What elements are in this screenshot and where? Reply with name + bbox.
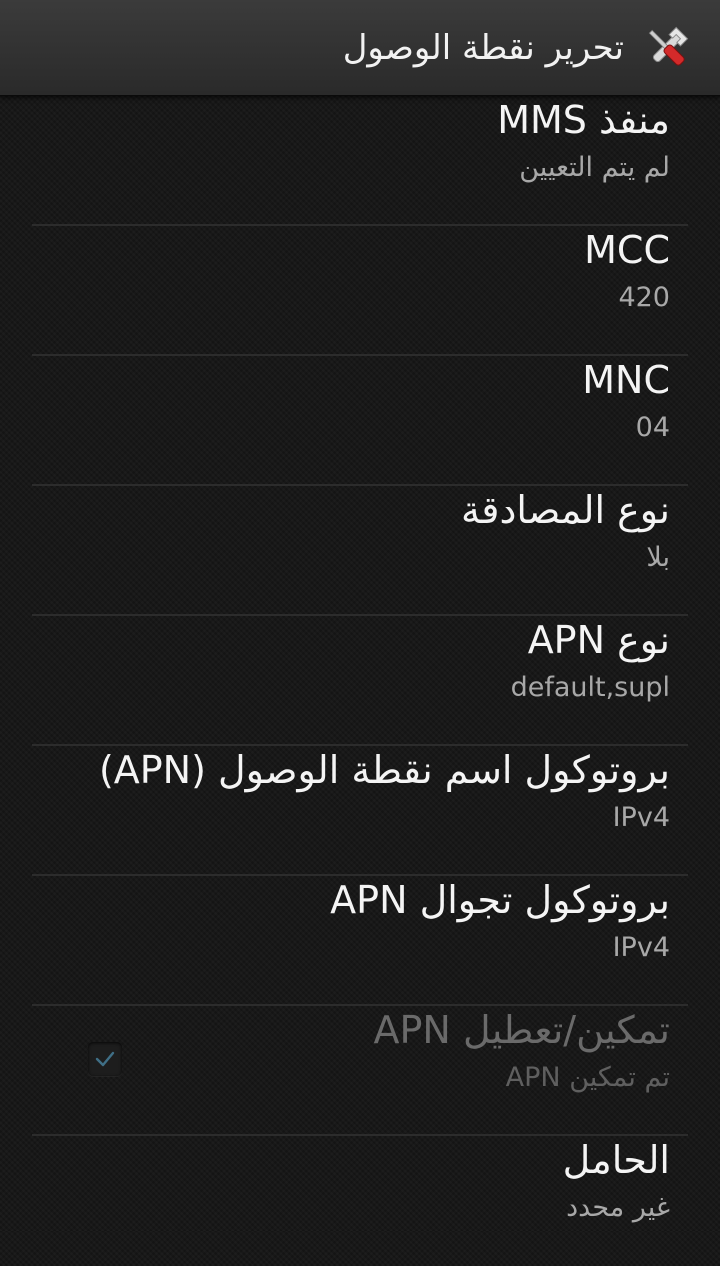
item-value: 04: [635, 412, 670, 443]
list-item-mnc[interactable]: MNC 04: [0, 356, 720, 486]
item-label: الحامل: [562, 1138, 670, 1182]
item-value: IPv4: [612, 802, 670, 833]
list-item-apn-enable: تمكين/تعطيل APN تم تمكين APN: [0, 1006, 720, 1136]
item-value: default,supl: [510, 672, 670, 703]
apn-settings-list: منفذ MMS لم يتم التعيين MCC 420 MNC 04 ن…: [0, 96, 720, 1266]
list-item-mms-port[interactable]: منفذ MMS لم يتم التعيين: [0, 96, 720, 226]
list-item-apn-protocol[interactable]: بروتوكول اسم نقطة الوصول (APN) IPv4: [0, 746, 720, 876]
item-value: 420: [618, 282, 670, 313]
list-item-auth-type[interactable]: نوع المصادقة بلا: [0, 486, 720, 616]
item-value: IPv4: [612, 932, 670, 963]
item-label: منفذ MMS: [497, 98, 670, 142]
item-label: نوع المصادقة: [460, 488, 670, 532]
item-value: تم تمكين APN: [505, 1062, 670, 1093]
apn-enable-checkbox: [88, 1042, 122, 1076]
list-item-apn-roaming-protocol[interactable]: بروتوكول تجوال APN IPv4: [0, 876, 720, 1006]
tools-icon[interactable]: [640, 21, 694, 75]
item-label: نوع APN: [527, 618, 670, 662]
check-icon: [95, 1051, 115, 1067]
action-bar: تحرير نقطة الوصول: [0, 0, 720, 96]
list-item-bearer[interactable]: الحامل غير محدد: [0, 1136, 720, 1266]
list-item-mcc[interactable]: MCC 420: [0, 226, 720, 356]
item-label: تمكين/تعطيل APN: [373, 1008, 670, 1052]
item-label: MNC: [582, 358, 670, 402]
item-label: بروتوكول اسم نقطة الوصول (APN): [98, 748, 670, 792]
item-label: بروتوكول تجوال APN: [330, 878, 670, 922]
page-title: تحرير نقطة الوصول: [342, 27, 624, 68]
item-value: لم يتم التعيين: [519, 152, 670, 183]
item-value: بلا: [646, 542, 670, 573]
item-value: غير محدد: [566, 1192, 670, 1223]
list-item-apn-type[interactable]: نوع APN default,supl: [0, 616, 720, 746]
item-label: MCC: [584, 228, 670, 272]
